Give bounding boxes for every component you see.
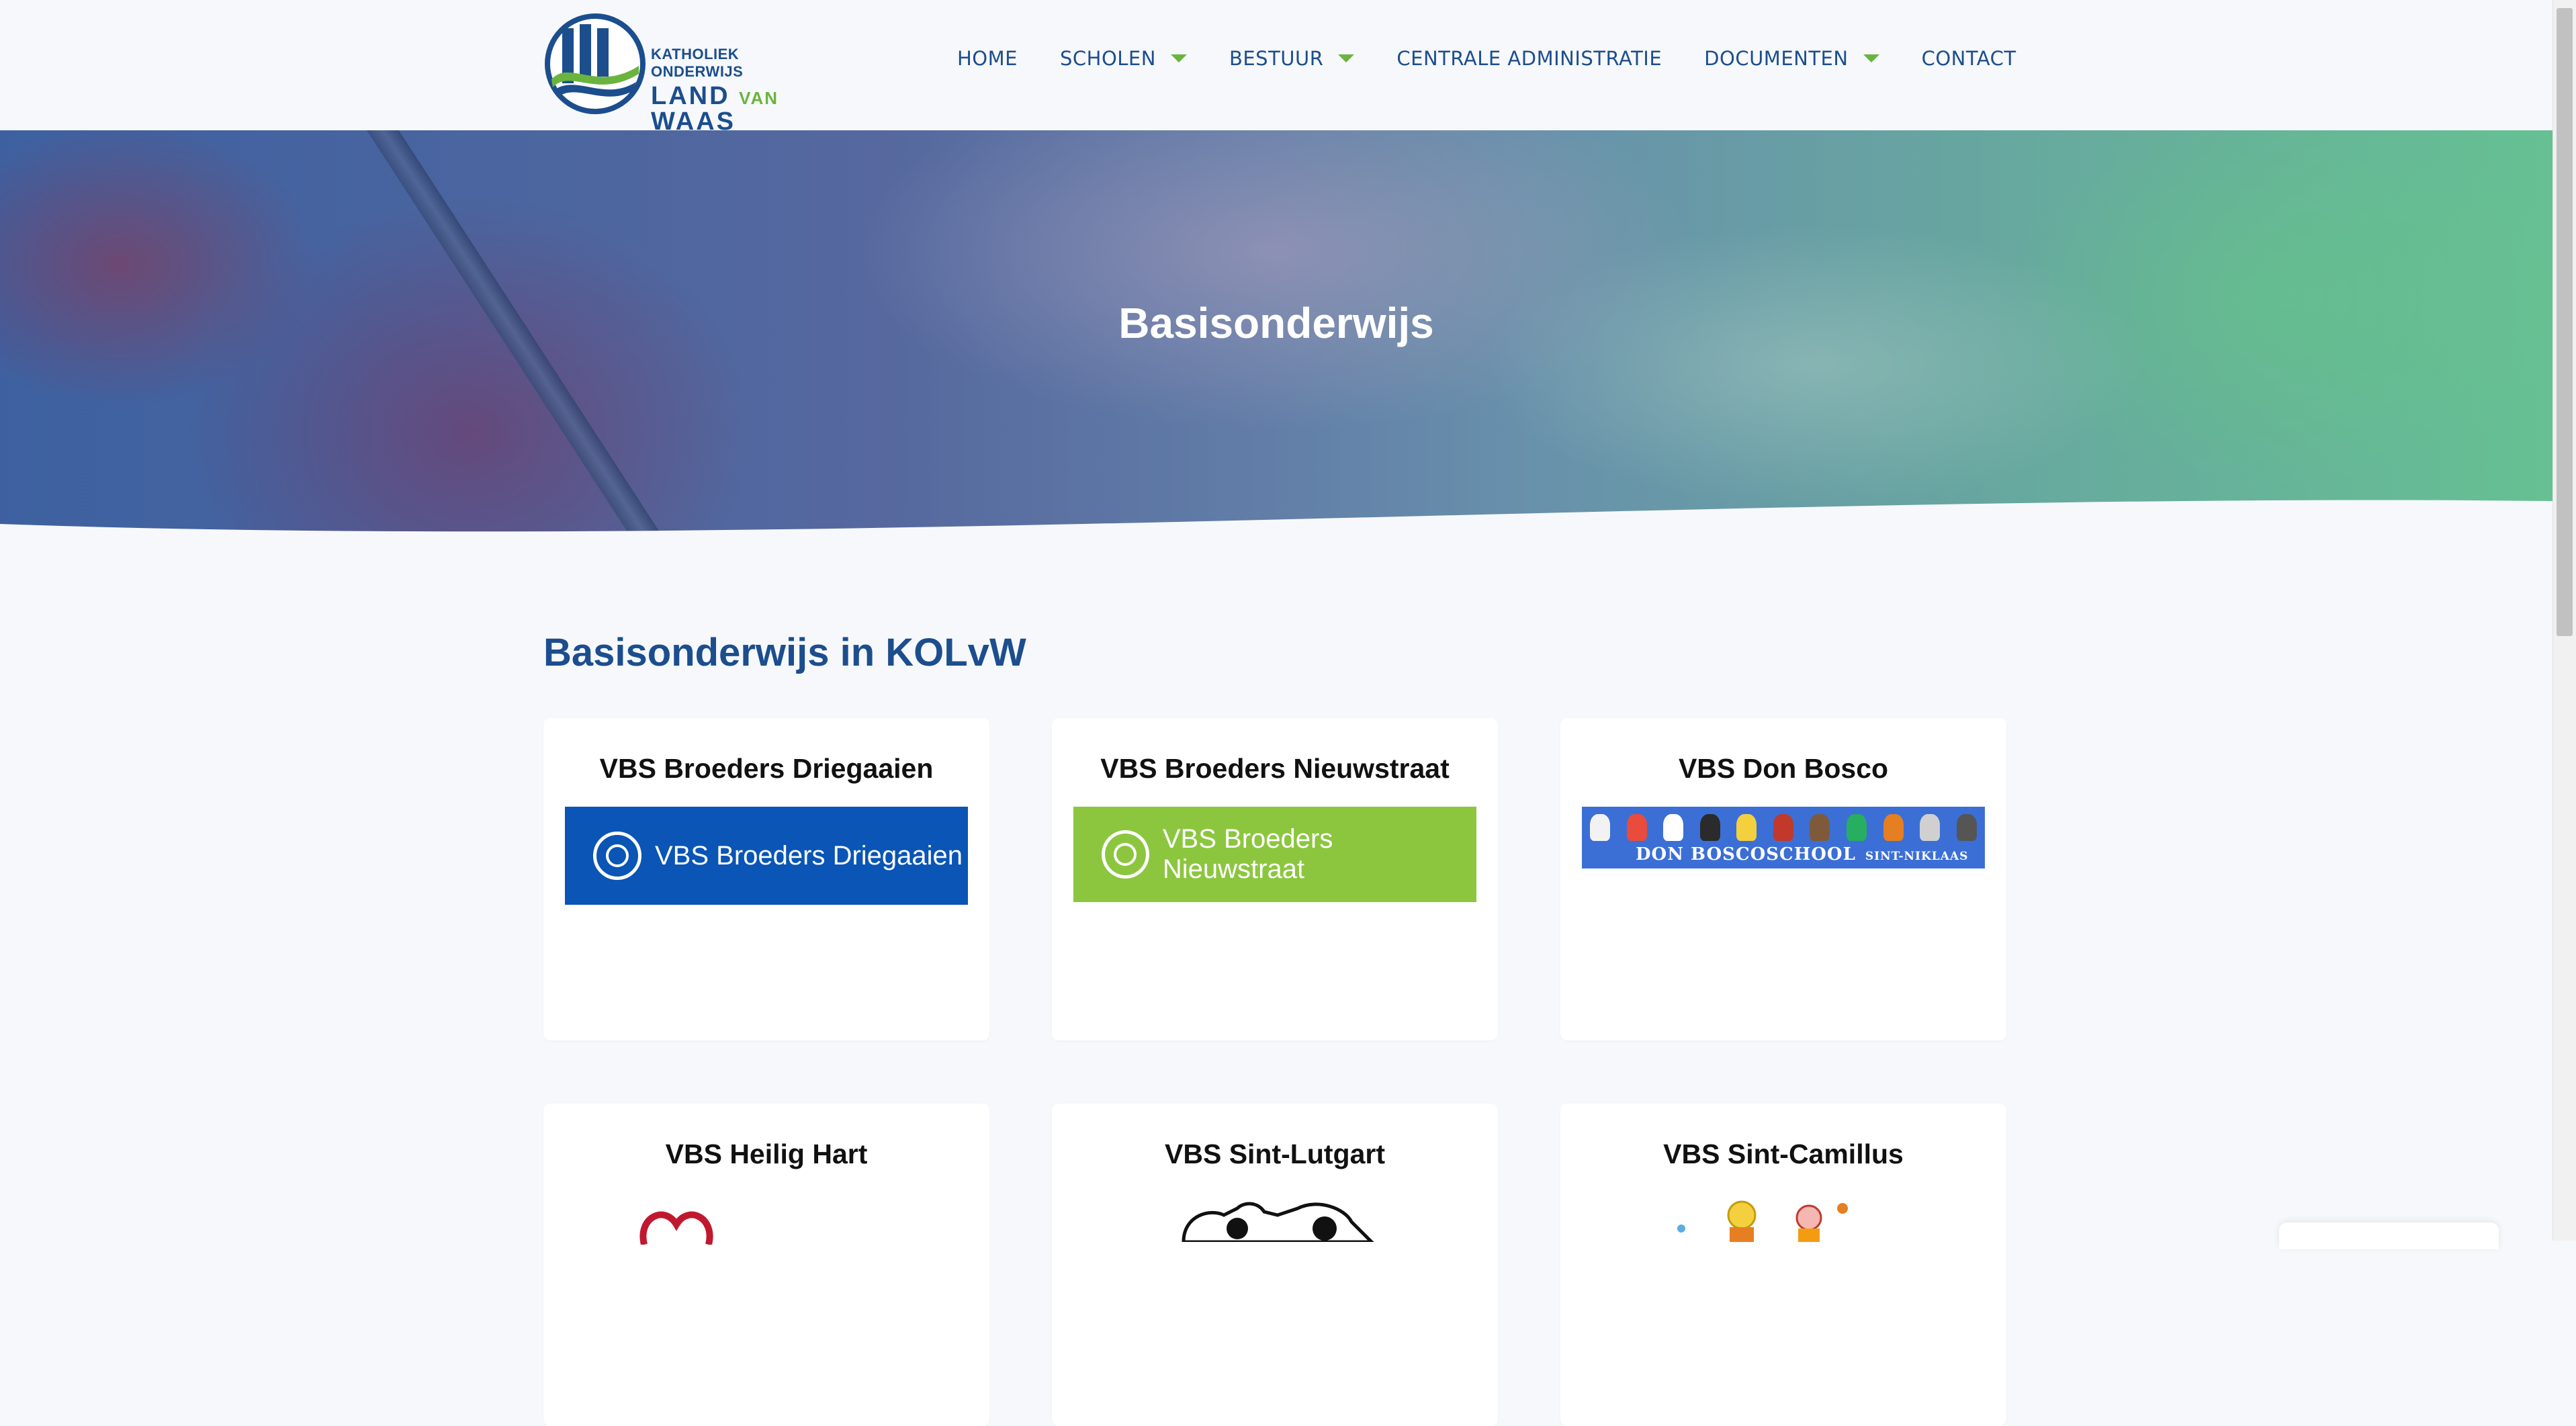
heart-logo-icon: [639, 1211, 713, 1245]
section-title: Basisonderwijs in KOLvW: [543, 631, 1026, 674]
site-header: KATHOLIEK ONDERWIJS LAND VAN WAAS HOME S…: [0, 0, 2552, 134]
logo-line-1: KATHOLIEK ONDERWIJS: [651, 46, 744, 80]
school-logo-title: DON BOSCOSCHOOL: [1636, 844, 1856, 864]
school-logo-text: DON BOSCOSCHOOL SINT-NIKLAAS: [1636, 844, 1968, 864]
logo-word-van: VAN: [739, 88, 779, 108]
broeders-emblem-icon: [1102, 830, 1149, 879]
school-name: VBS Don Bosco: [1678, 753, 1889, 784]
caret-down-icon: [1863, 54, 1879, 62]
hero-banner: Basisonderwijs: [0, 130, 2552, 539]
broeders-emblem-icon: [593, 832, 641, 880]
site-logo[interactable]: KATHOLIEK ONDERWIJS LAND VAN WAAS: [543, 12, 807, 134]
logo-emblem-icon: [545, 13, 646, 114]
scrollbar-thumb[interactable]: [2557, 8, 2573, 636]
caret-down-icon: [1170, 54, 1187, 62]
school-logo-text: VBS Broeders Nieuwstraat: [1162, 824, 1333, 884]
nav-contact-label: CONTACT: [1921, 47, 2016, 70]
logo-line-2: LAND VAN WAAS: [651, 83, 807, 134]
logo-word-land: LAND: [651, 82, 730, 110]
school-name: VBS Sint-Lutgart: [1165, 1139, 1385, 1169]
nav-centrale-administratie-label: CENTRALE ADMINISTRATIE: [1396, 47, 1662, 70]
school-card[interactable]: VBS Broeders Driegaaien VBS Broeders Dri…: [543, 718, 989, 1040]
chat-widget[interactable]: [2279, 1222, 2499, 1249]
hero-wave-divider: [0, 500, 2552, 539]
school-card[interactable]: VBS Broeders Nieuwstraat VBS Broeders Ni…: [1052, 718, 1498, 1040]
nav-home[interactable]: HOME: [957, 47, 1018, 70]
school-logo-banner: VBS Broeders Driegaaien: [565, 807, 968, 905]
school-name: VBS Sint-Camillus: [1663, 1139, 1904, 1169]
page-title: Basisonderwijs: [1118, 299, 1434, 347]
school-logo[interactable]: VBS Broeders Nieuwstraat: [1073, 807, 1476, 902]
page-scrollbar[interactable]: [2552, 0, 2576, 1241]
children-logo-icon: [1677, 1200, 1848, 1242]
school-card[interactable]: VBS Don Bosco DON BOSCOSCHOOL SINT-NIKLAA…: [1560, 718, 2006, 1040]
nav-bestuur-label: BESTUUR: [1229, 47, 1324, 70]
nav-bestuur[interactable]: BESTUUR: [1229, 47, 1355, 70]
caret-down-icon: [1338, 54, 1355, 62]
nav-centrale-administratie[interactable]: CENTRALE ADMINISTRATIE: [1396, 47, 1662, 70]
school-logo-subtitle: SINT-NIKLAAS: [1865, 850, 1969, 863]
cartoon-figures-icon: [1582, 807, 1985, 848]
school-logo[interactable]: VBS Broeders Driegaaien: [565, 807, 968, 905]
school-logo[interactable]: DON BOSCOSCHOOL SINT-NIKLAAS: [1582, 807, 1985, 868]
nav-scholen[interactable]: SCHOLEN: [1060, 47, 1187, 70]
puzzle-logo-icon: [1182, 1202, 1374, 1242]
main-nav: HOME SCHOLEN BESTUUR CENTRALE ADMINISTRA…: [957, 47, 2016, 70]
school-logo-text: VBS Broeders Driegaaien: [655, 840, 963, 871]
school-name: VBS Broeders Nieuwstraat: [1100, 753, 1450, 784]
school-logo-banner: VBS Broeders Nieuwstraat: [1073, 807, 1476, 902]
nav-documenten-label: DOCUMENTEN: [1704, 47, 1849, 70]
nav-scholen-label: SCHOLEN: [1059, 47, 1156, 70]
nav-home-label: HOME: [957, 47, 1018, 70]
school-logo-banner: DON BOSCOSCHOOL SINT-NIKLAAS: [1582, 807, 1985, 868]
school-name: VBS Broeders Driegaaien: [599, 753, 934, 784]
nav-documenten[interactable]: DOCUMENTEN: [1704, 47, 1879, 70]
school-card[interactable]: VBS Sint-Camillus: [1560, 1104, 2006, 1426]
school-card[interactable]: VBS Heilig Hart: [543, 1104, 989, 1426]
school-card[interactable]: VBS Sint-Lutgart: [1052, 1104, 1498, 1426]
logo-wordmark: KATHOLIEK ONDERWIJS LAND VAN WAAS: [651, 46, 807, 134]
school-name: VBS Heilig Hart: [665, 1139, 868, 1169]
nav-contact[interactable]: CONTACT: [1922, 47, 2016, 70]
